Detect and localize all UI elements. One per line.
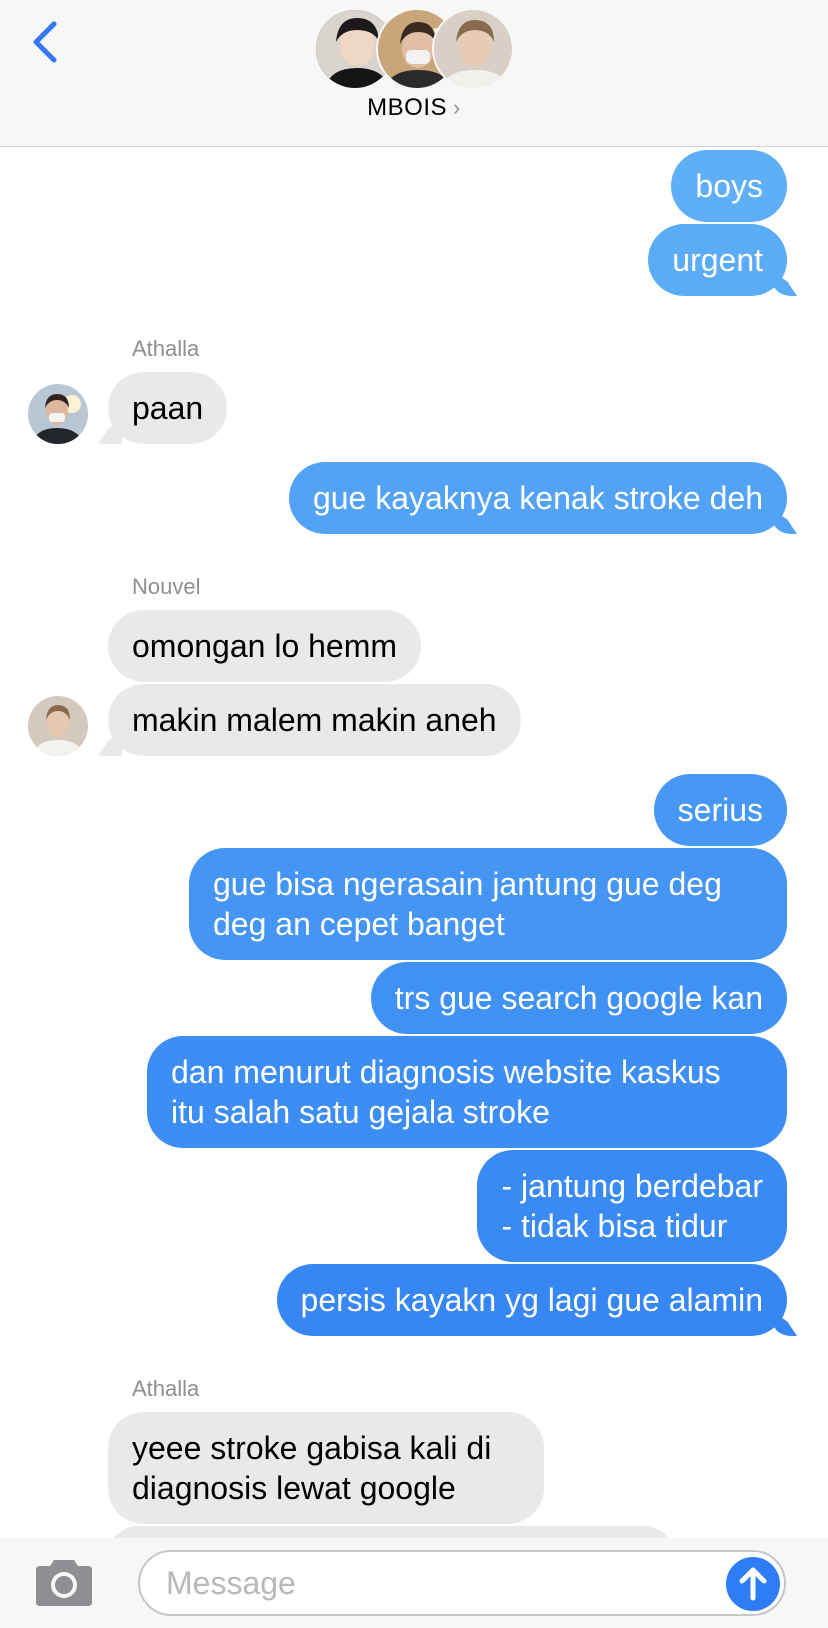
message-bubble-outgoing[interactable]: gue bisa ngerasain jantung gue deg deg a… [189,848,787,960]
message-bubble-outgoing[interactable]: boys [671,150,787,222]
message-bubble-incoming[interactable]: yeee stroke gabisa kali di diagnosis lew… [108,1412,544,1524]
message-bubble-outgoing[interactable]: dan menurut diagnosis website kaskus itu… [147,1036,787,1148]
message-input[interactable] [138,1550,786,1616]
group-name: MBOIS [367,94,447,121]
sender-name: Athalla [132,336,200,361]
send-button[interactable] [726,1557,780,1611]
camera-button[interactable] [32,1558,96,1608]
message-bubble-incoming[interactable]: makin malem makin aneh [108,684,521,756]
avatar[interactable] [28,696,88,756]
chevron-right-icon: › [453,95,461,120]
back-button[interactable] [28,18,64,66]
message-bubble-outgoing[interactable]: persis kayakn yg lagi gue alamin [276,1264,787,1336]
arrow-up-icon [739,1567,767,1601]
camera-icon [36,1560,92,1606]
sender-name: Athalla [132,1376,200,1401]
group-avatars[interactable] [314,8,514,90]
input-bar [0,1538,828,1628]
message-bubble-outgoing[interactable]: gue kayaknya kenak stroke deh [288,462,787,534]
group-name-button[interactable]: MBOIS › [0,94,828,122]
avatar[interactable] [28,384,88,444]
chevron-left-icon [33,21,57,63]
sender-name: Nouvel [132,574,201,599]
message-bubble-incoming[interactable]: paan [108,372,228,444]
message-bubble-outgoing[interactable]: - jantung berdebar - tidak bisa tidur [477,1150,787,1262]
message-list[interactable]: boys urgent Athalla paan gue kayaknya ke… [0,146,828,1538]
message-bubble-outgoing[interactable]: trs gue search google kan [370,962,787,1034]
message-bubble-incoming[interactable] [108,1526,674,1538]
avatar [432,8,514,90]
message-bubble-incoming[interactable]: omongan lo hemm [108,610,422,682]
message-bubble-outgoing[interactable]: serius [653,774,787,846]
message-bubble-outgoing[interactable]: urgent [648,224,787,296]
conversation-header: MBOIS › [0,0,828,147]
